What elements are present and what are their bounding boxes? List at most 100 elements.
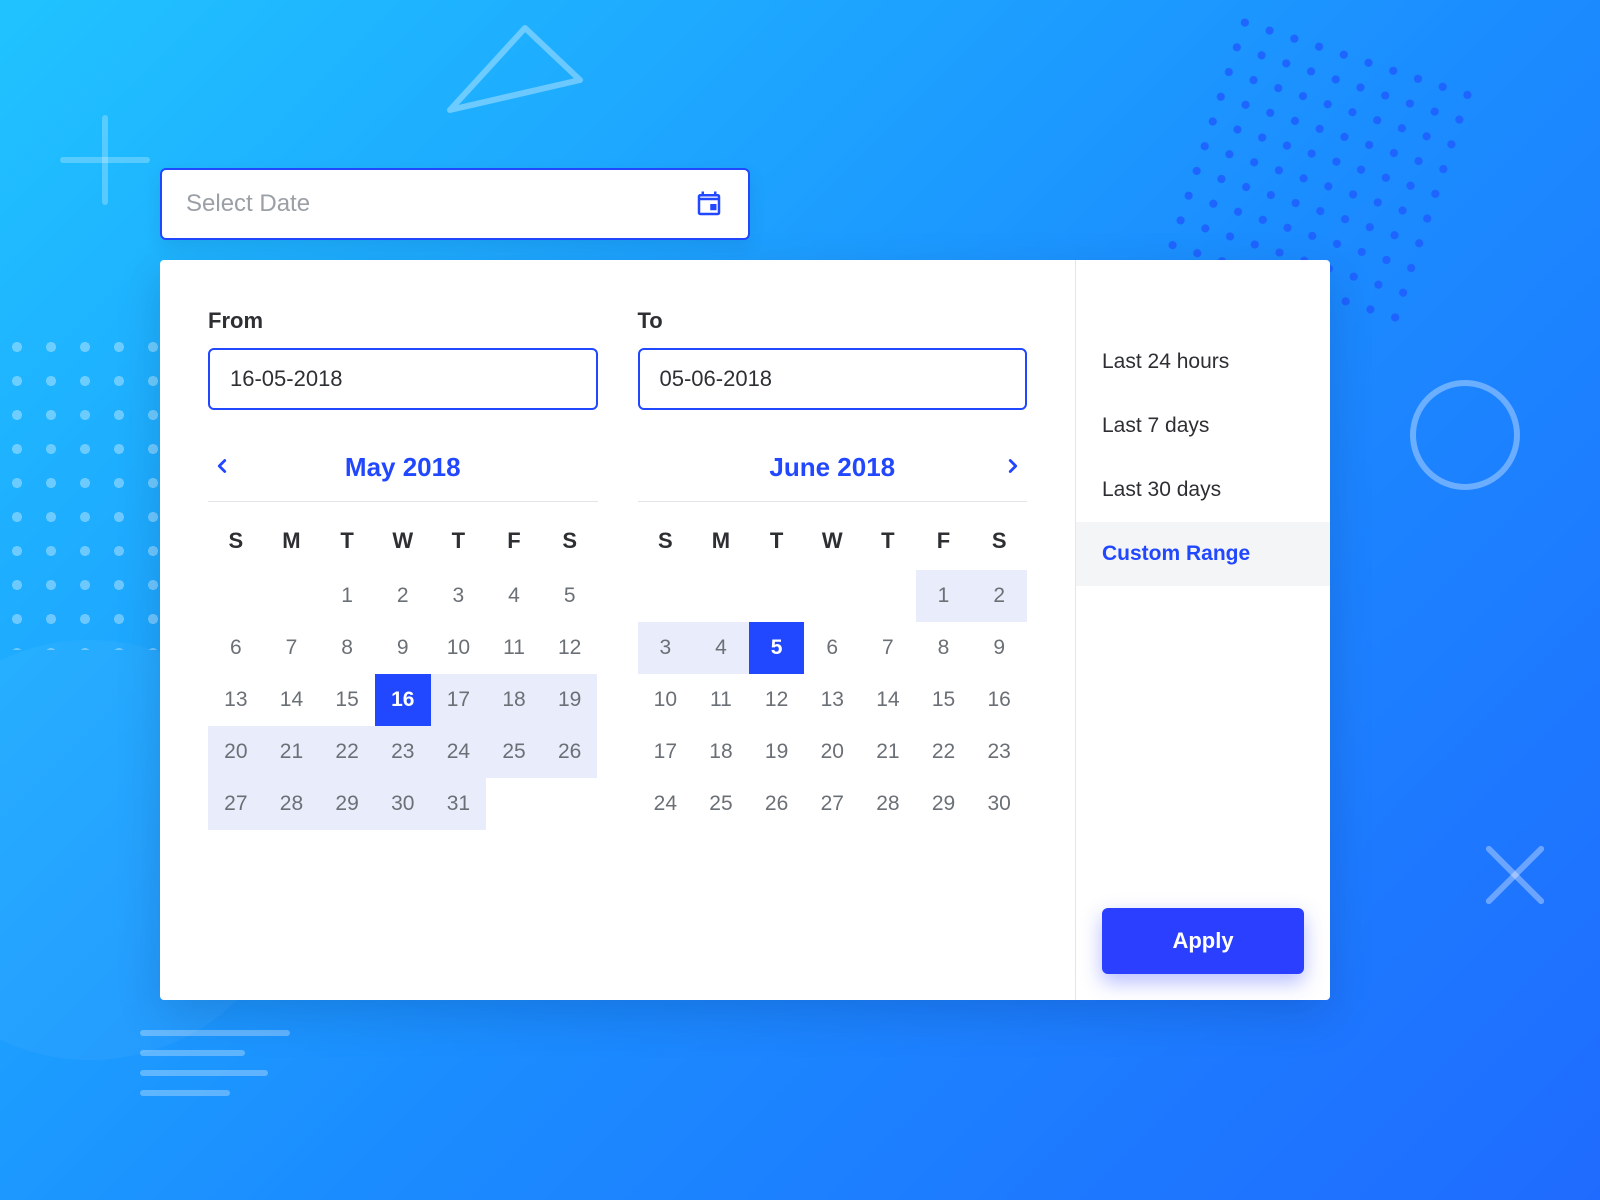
day-cell[interactable]: 19 xyxy=(542,674,598,726)
bg-plus-icon xyxy=(60,115,150,205)
day-cell[interactable]: 2 xyxy=(971,570,1027,622)
day-cell-blank xyxy=(804,570,860,622)
apply-button[interactable]: Apply xyxy=(1102,908,1304,974)
day-cell[interactable]: 31 xyxy=(431,778,487,830)
day-cell[interactable]: 6 xyxy=(208,622,264,674)
from-field: From xyxy=(208,308,598,410)
from-label: From xyxy=(208,308,598,334)
day-cell[interactable]: 7 xyxy=(264,622,320,674)
day-cell[interactable]: 27 xyxy=(804,778,860,830)
day-cell[interactable]: 25 xyxy=(486,726,542,778)
prev-month-button[interactable] xyxy=(202,448,242,488)
day-cell[interactable]: 28 xyxy=(860,778,916,830)
day-cell[interactable]: 22 xyxy=(319,726,375,778)
to-label: To xyxy=(638,308,1028,334)
day-cell[interactable]: 24 xyxy=(431,726,487,778)
preset-sidebar: Last 24 hoursLast 7 daysLast 30 daysCust… xyxy=(1075,260,1330,1000)
day-cell[interactable]: 13 xyxy=(804,674,860,726)
day-cell[interactable]: 26 xyxy=(542,726,598,778)
dow-cell: S xyxy=(638,522,694,560)
day-cell[interactable]: 13 xyxy=(208,674,264,726)
month-left: May 2018 SMTWTFS 12345678910111213141516… xyxy=(208,444,598,830)
dow-cell: W xyxy=(804,522,860,560)
day-cell[interactable]: 4 xyxy=(486,570,542,622)
day-cell[interactable]: 29 xyxy=(916,778,972,830)
calendar-icon xyxy=(694,189,724,219)
day-cell[interactable]: 9 xyxy=(375,622,431,674)
day-cell[interactable]: 12 xyxy=(749,674,805,726)
from-input[interactable] xyxy=(208,348,598,410)
day-cell[interactable]: 11 xyxy=(486,622,542,674)
day-cell[interactable]: 18 xyxy=(693,726,749,778)
day-cell[interactable]: 17 xyxy=(638,726,694,778)
grid-left: 1234567891011121314151617181920212223242… xyxy=(208,570,598,830)
day-cell[interactable]: 30 xyxy=(375,778,431,830)
day-cell[interactable]: 16 xyxy=(971,674,1027,726)
bg-ring-icon xyxy=(1410,380,1520,490)
day-cell[interactable]: 20 xyxy=(208,726,264,778)
day-cell[interactable]: 21 xyxy=(860,726,916,778)
day-cell[interactable]: 20 xyxy=(804,726,860,778)
preset-option[interactable]: Custom Range xyxy=(1076,522,1330,586)
dow-cell: W xyxy=(375,522,431,560)
day-cell[interactable]: 5 xyxy=(749,622,805,674)
preset-option[interactable]: Last 24 hours xyxy=(1076,330,1330,394)
day-cell[interactable]: 6 xyxy=(804,622,860,674)
day-cell[interactable]: 27 xyxy=(208,778,264,830)
day-cell[interactable]: 23 xyxy=(971,726,1027,778)
day-cell-blank xyxy=(749,570,805,622)
dow-cell: F xyxy=(486,522,542,560)
day-cell[interactable]: 30 xyxy=(971,778,1027,830)
day-cell[interactable]: 10 xyxy=(431,622,487,674)
preset-option[interactable]: Last 7 days xyxy=(1076,394,1330,458)
day-cell[interactable]: 14 xyxy=(264,674,320,726)
day-cell-blank xyxy=(860,570,916,622)
day-cell[interactable]: 1 xyxy=(319,570,375,622)
preset-option[interactable]: Last 30 days xyxy=(1076,458,1330,522)
month-left-title: May 2018 xyxy=(345,452,461,483)
day-cell[interactable]: 17 xyxy=(431,674,487,726)
day-cell[interactable]: 3 xyxy=(638,622,694,674)
day-cell[interactable]: 15 xyxy=(916,674,972,726)
day-cell[interactable]: 4 xyxy=(693,622,749,674)
day-cell[interactable]: 19 xyxy=(749,726,805,778)
day-cell[interactable]: 22 xyxy=(916,726,972,778)
day-cell[interactable]: 3 xyxy=(431,570,487,622)
dow-cell: S xyxy=(971,522,1027,560)
next-month-button[interactable] xyxy=(993,448,1033,488)
day-cell[interactable]: 9 xyxy=(971,622,1027,674)
day-cell[interactable]: 10 xyxy=(638,674,694,726)
day-cell[interactable]: 15 xyxy=(319,674,375,726)
bg-triangle-icon xyxy=(430,20,600,135)
preset-list: Last 24 hoursLast 7 daysLast 30 daysCust… xyxy=(1076,260,1330,882)
day-cell[interactable]: 12 xyxy=(542,622,598,674)
dow-row-right: SMTWTFS xyxy=(638,522,1028,560)
day-cell[interactable]: 25 xyxy=(693,778,749,830)
day-cell[interactable]: 28 xyxy=(264,778,320,830)
day-cell[interactable]: 14 xyxy=(860,674,916,726)
dow-cell: M xyxy=(693,522,749,560)
day-cell[interactable]: 18 xyxy=(486,674,542,726)
dow-cell: T xyxy=(860,522,916,560)
month-right: June 2018 SMTWTFS 1234567891011121314151… xyxy=(638,444,1028,830)
month-right-title: June 2018 xyxy=(769,452,895,483)
day-cell[interactable]: 7 xyxy=(860,622,916,674)
day-cell[interactable]: 26 xyxy=(749,778,805,830)
day-cell[interactable]: 24 xyxy=(638,778,694,830)
to-input[interactable] xyxy=(638,348,1028,410)
day-cell[interactable]: 5 xyxy=(542,570,598,622)
day-cell[interactable]: 16 xyxy=(375,674,431,726)
day-cell[interactable]: 29 xyxy=(319,778,375,830)
day-cell[interactable]: 11 xyxy=(693,674,749,726)
day-cell[interactable]: 1 xyxy=(916,570,972,622)
bg-x-icon xyxy=(1480,840,1550,910)
dow-cell: F xyxy=(916,522,972,560)
select-date-input[interactable]: Select Date xyxy=(160,168,750,240)
day-cell[interactable]: 23 xyxy=(375,726,431,778)
day-cell[interactable]: 8 xyxy=(916,622,972,674)
months-row: May 2018 SMTWTFS 12345678910111213141516… xyxy=(208,444,1027,830)
dow-cell: M xyxy=(264,522,320,560)
day-cell[interactable]: 21 xyxy=(264,726,320,778)
day-cell[interactable]: 2 xyxy=(375,570,431,622)
day-cell[interactable]: 8 xyxy=(319,622,375,674)
